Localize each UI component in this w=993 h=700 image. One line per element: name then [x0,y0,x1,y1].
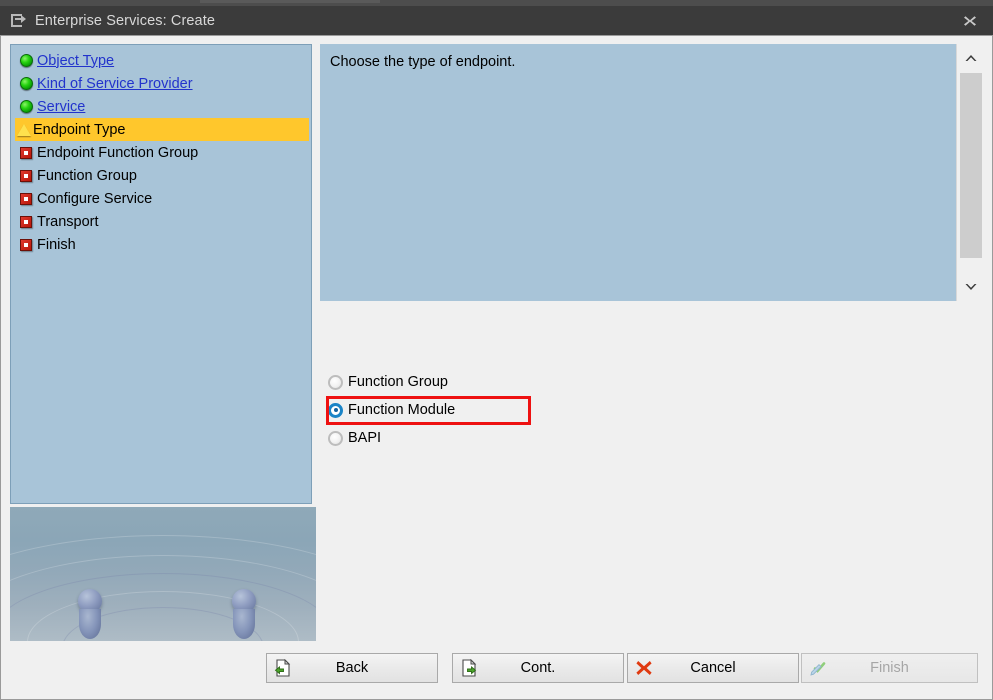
endpoint-type-options: Function Group Function Module BAPI [320,301,985,641]
radio-label: Function Group [348,374,448,390]
red-square-icon [15,169,37,182]
instruction-scrollbar[interactable] [956,44,985,301]
cancel-button-label: Cancel [690,660,736,676]
radio-button[interactable] [328,430,343,446]
roadmap-step-kind-of-service-provider[interactable]: Kind of Service Provider [11,72,311,95]
instruction-panel: Choose the type of endpoint. [320,44,985,301]
roadmap-step-function-group[interactable]: Function Group [11,164,311,187]
green-circle-icon [15,54,37,67]
navigation-buttons: Back Cont. [266,653,624,683]
close-icon[interactable] [947,6,993,35]
window-body: Object Type Kind of Service Provider Ser… [0,35,993,700]
check-pencil-icon [809,659,827,677]
window-top-notch [200,0,380,3]
roadmap-step-label: Endpoint Function Group [37,144,199,161]
cancel-button[interactable]: Cancel [627,653,799,683]
roadmap-step-label[interactable]: Service [37,99,85,115]
enterprise-services-create-window: Enterprise Services: Create Object Type … [0,0,993,700]
red-square-icon [15,146,37,159]
radio-label: BAPI [348,430,382,446]
export-window-icon [11,13,27,28]
document-back-arrow-icon [274,658,292,677]
decorative-water-image [10,507,316,641]
yellow-triangle-icon [15,123,33,136]
action-buttons: Cancel Finish [627,653,978,683]
roadmap-step-label: Transport [37,213,99,230]
roadmap-step-endpoint-function-group[interactable]: Endpoint Function Group [11,141,311,164]
radio-button-selected[interactable] [328,402,343,418]
finish-button[interactable]: Finish [801,653,978,683]
roadmap-step-label: Function Group [37,167,137,184]
roadmap-sidebar: Object Type Kind of Service Provider Ser… [10,44,316,641]
roadmap-step-label: Endpoint Type [33,121,126,138]
roadmap-step-label[interactable]: Object Type [37,53,114,69]
red-square-icon [15,215,37,228]
scrollbar-thumb[interactable] [960,73,982,258]
roadmap-step-label: Finish [37,236,76,253]
roadmap-step-service[interactable]: Service [11,95,311,118]
roadmap-step-label[interactable]: Kind of Service Provider [37,76,193,92]
finish-button-label: Finish [870,660,909,676]
red-square-icon [15,192,37,205]
radio-option-function-module[interactable]: Function Module [328,398,455,422]
footer-button-bar: Back Cont. Cancel Finish [1,644,992,699]
radio-label: Function Module [348,402,456,418]
chevron-down-icon[interactable] [957,275,985,299]
roadmap-step-label: Configure Service [37,190,153,207]
window-title: Enterprise Services: Create [35,12,215,29]
title-bar: Enterprise Services: Create [0,6,993,35]
back-button[interactable]: Back [266,653,438,683]
radio-option-bapi[interactable]: BAPI [328,426,381,450]
back-button-label: Back [335,660,369,676]
document-forward-arrow-icon [460,658,478,677]
green-circle-icon [15,77,37,90]
red-x-icon [635,659,653,677]
red-square-icon [15,238,37,251]
roadmap-step-configure-service[interactable]: Configure Service [11,187,311,210]
instruction-text: Choose the type of endpoint. [330,54,516,70]
continue-button-label: Cont. [520,660,556,676]
roadmap-step-finish[interactable]: Finish [11,233,311,256]
roadmap-step-transport[interactable]: Transport [11,210,311,233]
green-circle-icon [15,100,37,113]
radio-option-function-group[interactable]: Function Group [328,370,448,394]
chevron-up-icon[interactable] [957,46,985,70]
main-content: Choose the type of endpoint. Function Gr… [320,44,985,641]
roadmap-step-object-type[interactable]: Object Type [11,49,311,72]
radio-button[interactable] [328,374,343,390]
roadmap-step-endpoint-type[interactable]: Endpoint Type [15,118,309,141]
roadmap-step-list: Object Type Kind of Service Provider Ser… [10,44,312,504]
continue-button[interactable]: Cont. [452,653,624,683]
